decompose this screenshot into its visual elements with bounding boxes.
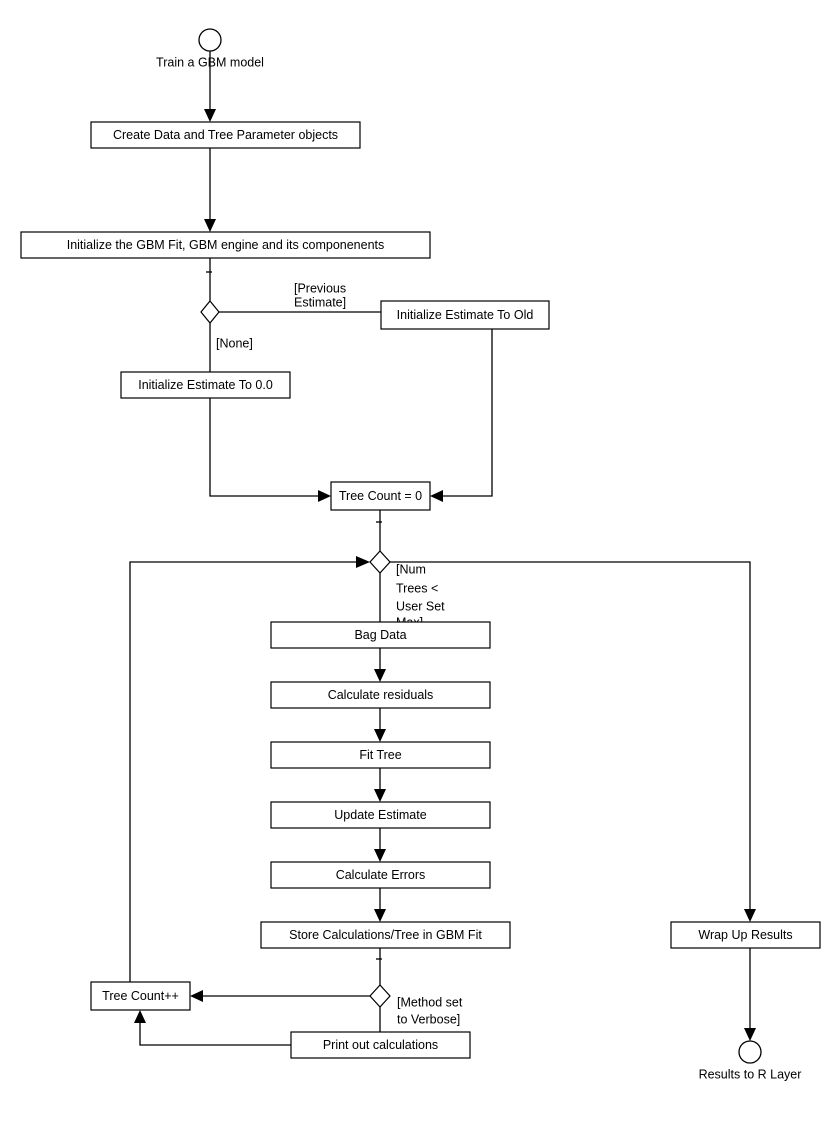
arrow-head-icon [374, 669, 386, 682]
print-calculations-label: Print out calculations [323, 1038, 438, 1052]
edge-store-to-verbose-decision [376, 948, 382, 985]
bag-data-label: Bag Data [354, 628, 406, 642]
num-trees-label-line3: User Set [396, 599, 445, 613]
arrow-head-icon [374, 909, 386, 922]
end-node-label: Results to R Layer [699, 1067, 802, 1081]
edge-calculate-errors-to-store [374, 888, 386, 922]
calculate-errors-label: Calculate Errors [336, 868, 426, 882]
node-create-data-and-tree-parameter-objects[interactable]: Create Data and Tree Parameter objects [90, 121, 361, 149]
verbose-label-line2: to Verbose] [397, 1012, 460, 1026]
initialize-estimate-zero-label: Initialize Estimate To 0.0 [138, 378, 273, 392]
activity-diagram-canvas: Train a GBM model Create Data and Tree P… [0, 0, 840, 1130]
num-trees-label-line2: Trees < [396, 581, 438, 595]
edge-fit-tree-to-update-estimate [374, 768, 386, 802]
node-wrap-up-results[interactable]: Wrap Up Results [670, 921, 821, 949]
diamond-icon [369, 550, 391, 574]
edge-calculate-residuals-to-fit-tree [374, 708, 386, 742]
edge-wrap-up-to-end [744, 948, 756, 1041]
verbose-label-line1: [Method set [397, 995, 463, 1009]
node-initialize-estimate-to-old[interactable]: Initialize Estimate To Old [380, 300, 550, 330]
store-calculations-label: Store Calculations/Tree in GBM Fit [289, 928, 482, 942]
node-bag-data[interactable]: Bag Data [270, 621, 491, 649]
node-initialize-estimate-to-zero[interactable]: Initialize Estimate To 0.0 [120, 371, 291, 399]
end-circle-icon [738, 1040, 762, 1064]
tree-count-zero-label: Tree Count = 0 [339, 489, 422, 503]
previous-estimate-label-line2: Estimate] [294, 295, 346, 309]
calculate-residuals-label: Calculate residuals [328, 688, 434, 702]
arrow-head-icon [204, 109, 216, 122]
previous-estimate-label-line1: [Previous [294, 281, 346, 295]
edge-previous-estimate: [Previous Estimate] [219, 281, 381, 313]
edge-loop-true-branch: [Num Trees < User Set Max] [379, 562, 445, 629]
decision-verbose-output[interactable]: [Method set to Verbose] [369, 984, 463, 1026]
arrow-head-icon [744, 1028, 756, 1041]
decision-estimate-initialization[interactable] [200, 300, 220, 324]
arrow-head-icon [374, 789, 386, 802]
num-trees-label-line1: [Num [396, 562, 426, 576]
arrow-head-icon [374, 729, 386, 742]
edge-print-to-tree-count-increment [134, 1010, 291, 1046]
edge-tree-count-to-loop-decision [376, 510, 382, 551]
edge-estimate-zero-to-tree-count [209, 398, 331, 502]
node-calculate-errors[interactable]: Calculate Errors [270, 861, 491, 889]
node-tree-count-increment[interactable]: Tree Count++ [90, 981, 191, 1011]
decision-tree-loop[interactable] [369, 550, 391, 574]
node-calculate-residuals[interactable]: Calculate residuals [270, 681, 491, 709]
none-branch-label: [None] [216, 336, 253, 350]
node-store-calculations[interactable]: Store Calculations/Tree in GBM Fit [260, 921, 511, 949]
node-fit-tree[interactable]: Fit Tree [270, 741, 491, 769]
node-tree-count-zero[interactable]: Tree Count = 0 [330, 481, 431, 511]
arrow-head-icon [374, 849, 386, 862]
arrow-head-icon [356, 556, 370, 568]
create-data-label: Create Data and Tree Parameter objects [113, 128, 338, 142]
start-circle-icon [198, 28, 222, 52]
arrow-head-icon [318, 490, 331, 502]
arrow-head-icon [744, 909, 756, 922]
end-node[interactable]: Results to R Layer [699, 1040, 802, 1081]
edge-initialize-gbm-to-estimate-decision [206, 258, 212, 301]
wrap-up-results-label: Wrap Up Results [698, 928, 792, 942]
edge-none-branch: [None] [209, 323, 253, 372]
node-initialize-gbm-fit[interactable]: Initialize the GBM Fit, GBM engine and i… [20, 231, 431, 259]
update-estimate-label: Update Estimate [334, 808, 426, 822]
edge-estimate-old-to-tree-count [430, 329, 493, 502]
arrow-head-icon [134, 1010, 146, 1023]
diamond-icon [200, 300, 220, 324]
fit-tree-label: Fit Tree [359, 748, 401, 762]
edge-loop-back-into-decision [356, 556, 370, 568]
arrow-head-icon [190, 990, 203, 1002]
edge-update-estimate-to-calculate-errors [374, 828, 386, 862]
edge-create-data-to-initialize-gbm [204, 148, 216, 232]
diamond-icon [369, 984, 391, 1008]
node-update-estimate[interactable]: Update Estimate [270, 801, 491, 829]
edge-bag-data-to-calculate-residuals [374, 648, 386, 682]
edge-verbose-false-to-tree-count-increment [190, 990, 370, 1002]
initialize-gbm-label: Initialize the GBM Fit, GBM engine and i… [67, 238, 385, 252]
arrow-head-icon [430, 490, 443, 502]
gbm-training-flowchart: Train a GBM model Create Data and Tree P… [20, 28, 821, 1081]
arrow-head-icon [204, 219, 216, 232]
node-print-out-calculations[interactable]: Print out calculations [290, 1031, 471, 1059]
tree-count-increment-label: Tree Count++ [102, 989, 179, 1003]
initialize-estimate-old-label: Initialize Estimate To Old [397, 308, 534, 322]
